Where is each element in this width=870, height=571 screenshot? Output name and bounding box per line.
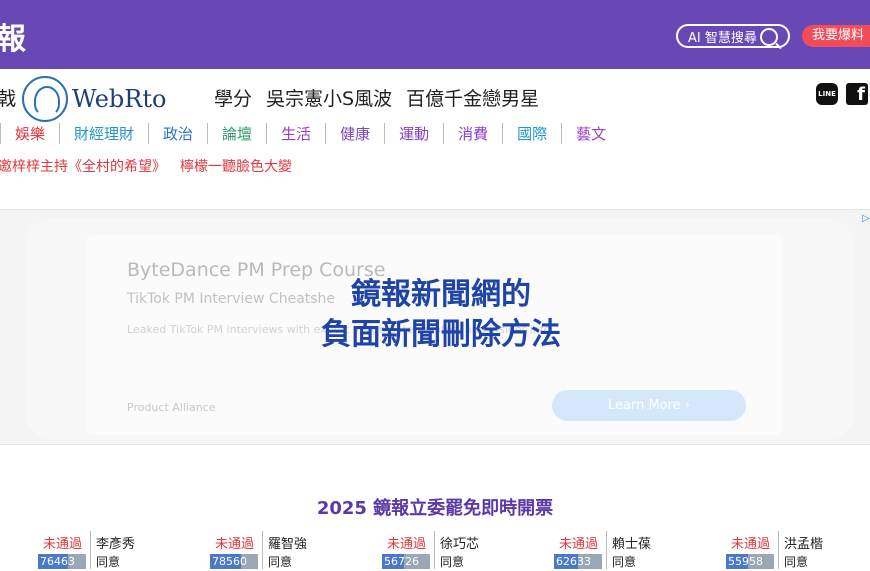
candidate-name: 羅智強 <box>268 537 308 552</box>
agree-label: 同意 <box>268 555 293 569</box>
facebook-icon[interactable]: f <box>846 83 868 105</box>
agree-label: 同意 <box>784 555 809 569</box>
hot-topic-link[interactable]: 吳宗憲小S風波 <box>266 84 392 111</box>
nav-item-label: 國際 <box>517 124 548 143</box>
learn-more-button[interactable]: Learn More › <box>552 390 746 421</box>
candidate-status: 未通過 <box>214 537 254 552</box>
nav-item-sports[interactable]: 運動 <box>384 122 443 144</box>
nav-item-entertainment[interactable]: 娛樂 <box>0 122 59 144</box>
logo-text: WebRto <box>72 85 167 113</box>
webrto-logo: WebRto <box>18 70 178 128</box>
ticker-link[interactable]: 邀梓梓主持《全村的希望》 <box>0 156 166 176</box>
vote-count-bar: 76463 <box>38 554 86 569</box>
category-nav: 娛樂 財經理財 政治 論壇 生活 健康 運動 消費 國際 藝文 <box>0 122 620 144</box>
overlay-heading: 鏡報新聞網的 負面新聞刪除方法 <box>321 277 561 352</box>
top-bar: 報 AI 智慧搜尋 我要爆料 <box>0 0 870 69</box>
brand-title[interactable]: 報 <box>0 14 27 58</box>
vote-count-bar: 55958 <box>726 554 774 569</box>
nav-item-label: 生活 <box>281 124 312 143</box>
candidate-status: 未通過 <box>730 537 770 552</box>
agree-label: 同意 <box>440 555 465 569</box>
candidate-name: 洪孟楷 <box>784 537 824 552</box>
nav-item-finance[interactable]: 財經理財 <box>59 122 148 144</box>
ticker-link[interactable]: 檸檬一聽臉色大變 <box>180 156 292 176</box>
candidate-name: 李彥秀 <box>96 537 136 552</box>
divider <box>434 531 435 569</box>
globe-person-icon <box>22 76 68 122</box>
nav-item-arts[interactable]: 藝文 <box>561 122 620 144</box>
ai-search-label: AI 智慧搜尋 <box>688 30 757 46</box>
candidate-name: 徐巧芯 <box>440 537 480 552</box>
candidate-name: 賴士葆 <box>612 537 652 552</box>
candidate-card[interactable]: 未通過 賴士葆 62633 同意 <box>554 531 684 571</box>
vote-count-bar: 78560 <box>210 554 258 569</box>
vote-section-title: 2025 鏡報立委罷免即時開票 <box>316 498 554 519</box>
divider <box>262 531 263 569</box>
vote-count: 56726 <box>384 555 419 568</box>
candidate-card[interactable]: 未通過 羅智強 78560 同意 <box>210 531 340 571</box>
nav-item-label: 消費 <box>458 124 489 143</box>
nav-item-international[interactable]: 國際 <box>502 122 561 144</box>
vote-count: 62633 <box>556 555 591 568</box>
agree-label: 同意 <box>612 555 637 569</box>
hot-topic-link[interactable]: 學分 <box>214 84 252 111</box>
nav-item-label: 健康 <box>340 124 371 143</box>
nav-item-politics[interactable]: 政治 <box>148 122 207 144</box>
news-ticker: 邀梓梓主持《全村的希望》 檸檬一聽臉色大變 <box>0 156 292 176</box>
hot-topic-link[interactable]: 百億千金戀男星 <box>406 84 539 111</box>
divider <box>90 531 91 569</box>
nav-item-life[interactable]: 生活 <box>266 122 325 144</box>
adchoices-icon[interactable]: ▷ <box>862 213 870 224</box>
nav-item-forum[interactable]: 論壇 <box>207 122 266 144</box>
nav-item-label: 政治 <box>163 124 194 143</box>
vote-count-bar: 62633 <box>554 554 602 569</box>
vote-count: 78560 <box>212 555 247 568</box>
nav-item-label: 藝文 <box>576 124 607 143</box>
candidate-status: 未通過 <box>386 537 426 552</box>
nav-item-health[interactable]: 健康 <box>325 122 384 144</box>
candidate-card[interactable]: 未通過 洪孟楷 55958 同意 <box>726 531 856 571</box>
divider <box>778 531 779 569</box>
candidate-card[interactable]: 未通過 徐巧芯 56726 同意 <box>382 531 512 571</box>
vote-count-bar: 56726 <box>382 554 430 569</box>
nav-item-consumer[interactable]: 消費 <box>443 122 502 144</box>
nav-item-label: 運動 <box>399 124 430 143</box>
candidate-status: 未通過 <box>558 537 598 552</box>
divider <box>606 531 607 569</box>
ai-search-button[interactable]: AI 智慧搜尋 <box>676 24 790 48</box>
candidate-status: 未通過 <box>42 537 82 552</box>
vote-count: 76463 <box>40 555 75 568</box>
line-icon[interactable]: LINE <box>816 83 838 105</box>
vote-count: 55958 <box>728 555 763 568</box>
search-icon <box>760 28 778 46</box>
nav-item-label: 財經理財 <box>74 124 135 143</box>
hot-topic-link[interactable]: 戟 <box>0 84 16 111</box>
agree-label: 同意 <box>96 555 121 569</box>
nav-item-label: 論壇 <box>222 124 253 143</box>
nav-item-label: 娛樂 <box>15 124 46 143</box>
candidate-card[interactable]: 未通過 李彥秀 76463 同意 <box>38 531 168 571</box>
ad-source: Product Alliance <box>127 401 216 414</box>
report-news-button[interactable]: 我要爆料 <box>802 25 870 47</box>
